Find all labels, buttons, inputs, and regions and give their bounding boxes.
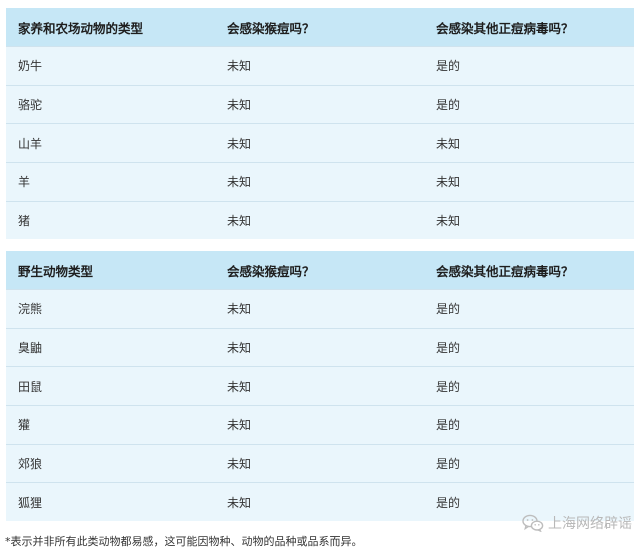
monkeypox-cell: 未知 xyxy=(227,175,252,190)
watermark: 上海网络辟谣 xyxy=(522,513,632,533)
orthopox-cell: 是的 xyxy=(436,98,461,113)
monkeypox-cell: 未知 xyxy=(227,379,252,394)
header-cell-monkeypox: 会感染猴痘吗？ xyxy=(227,263,315,279)
animal-name-cell: 奶牛 xyxy=(18,59,43,74)
header-cell-animal-type: 野生动物类型 xyxy=(18,263,94,279)
animal-name-cell: 田鼠 xyxy=(18,379,43,394)
animal-name-cell: 狐狸 xyxy=(18,495,43,510)
orthopox-cell: 是的 xyxy=(436,379,461,394)
watermark-text: 上海网络辟谣 xyxy=(548,516,632,532)
animal-name-cell: 山羊 xyxy=(18,136,43,151)
monkeypox-cell: 未知 xyxy=(227,59,252,74)
orthopox-cell: 是的 xyxy=(436,495,461,510)
header-cell-other-orthopox: 会感染其他正痘病毒吗？ xyxy=(436,263,574,279)
farm-animals-table: 家养和农场动物的类型 会感染猴痘吗？ 会感染其他正痘病毒吗？ 奶牛 未知 是的 … xyxy=(6,8,634,240)
monkeypox-cell: 未知 xyxy=(227,457,252,472)
monkeypox-cell: 未知 xyxy=(227,136,252,151)
animal-name-cell: 羊 xyxy=(18,175,31,190)
monkeypox-cell: 未知 xyxy=(227,214,252,229)
wechat-icon xyxy=(522,514,544,532)
orthopox-cell: 是的 xyxy=(436,457,461,472)
orthopox-cell: 是的 xyxy=(436,418,461,433)
monkeypox-cell: 未知 xyxy=(227,341,252,356)
wild-animals-table: 野生动物类型 会感染猴痘吗？ 会感染其他正痘病毒吗？ 浣熊 未知 是的 臭鼬 未… xyxy=(6,251,634,522)
table-header-row: 野生动物类型 会感染猴痘吗？ 会感染其他正痘病毒吗？ xyxy=(6,251,634,289)
table-row: 田鼠 未知 是的 xyxy=(6,366,634,406)
table-row: 獾 未知 是的 xyxy=(6,405,634,444)
orthopox-cell: 是的 xyxy=(436,341,461,356)
table-row: 臭鼬 未知 是的 xyxy=(6,327,634,367)
table-row: 骆驼 未知 是的 xyxy=(6,84,634,124)
orthopox-cell: 未知 xyxy=(436,136,461,151)
monkeypox-cell: 未知 xyxy=(227,98,252,113)
orthopox-cell: 是的 xyxy=(436,59,461,74)
table-row: 猪 未知 未知 xyxy=(6,200,634,240)
table-header-row: 家养和农场动物的类型 会感染猴痘吗？ 会感染其他正痘病毒吗？ xyxy=(6,8,634,46)
monkeypox-cell: 未知 xyxy=(227,495,252,510)
orthopox-cell: 未知 xyxy=(436,214,461,229)
table-row: 山羊 未知 未知 xyxy=(6,123,634,163)
table-row: 郊狼 未知 是的 xyxy=(6,443,634,483)
animal-name-cell: 骆驼 xyxy=(18,98,43,113)
table-row: 浣熊 未知 是的 xyxy=(6,289,634,328)
animal-name-cell: 郊狼 xyxy=(18,457,43,472)
table-row: 羊 未知 未知 xyxy=(6,162,634,201)
footnote: *表示并非所有此类动物都易感，这可能因物种、动物的品种或品系而异。 xyxy=(5,535,363,548)
table-row: 奶牛 未知 是的 xyxy=(6,46,634,85)
animal-name-cell: 臭鼬 xyxy=(18,341,43,356)
animal-name-cell: 猪 xyxy=(18,214,31,229)
animal-name-cell: 獾 xyxy=(18,418,31,433)
header-cell-other-orthopox: 会感染其他正痘病毒吗？ xyxy=(436,20,574,36)
monkeypox-cell: 未知 xyxy=(227,302,252,317)
orthopox-cell: 是的 xyxy=(436,302,461,317)
orthopox-cell: 未知 xyxy=(436,175,461,190)
monkeypox-cell: 未知 xyxy=(227,418,252,433)
header-cell-monkeypox: 会感染猴痘吗？ xyxy=(227,20,315,36)
animal-name-cell: 浣熊 xyxy=(18,302,43,317)
header-cell-animal-type: 家养和农场动物的类型 xyxy=(18,20,144,36)
